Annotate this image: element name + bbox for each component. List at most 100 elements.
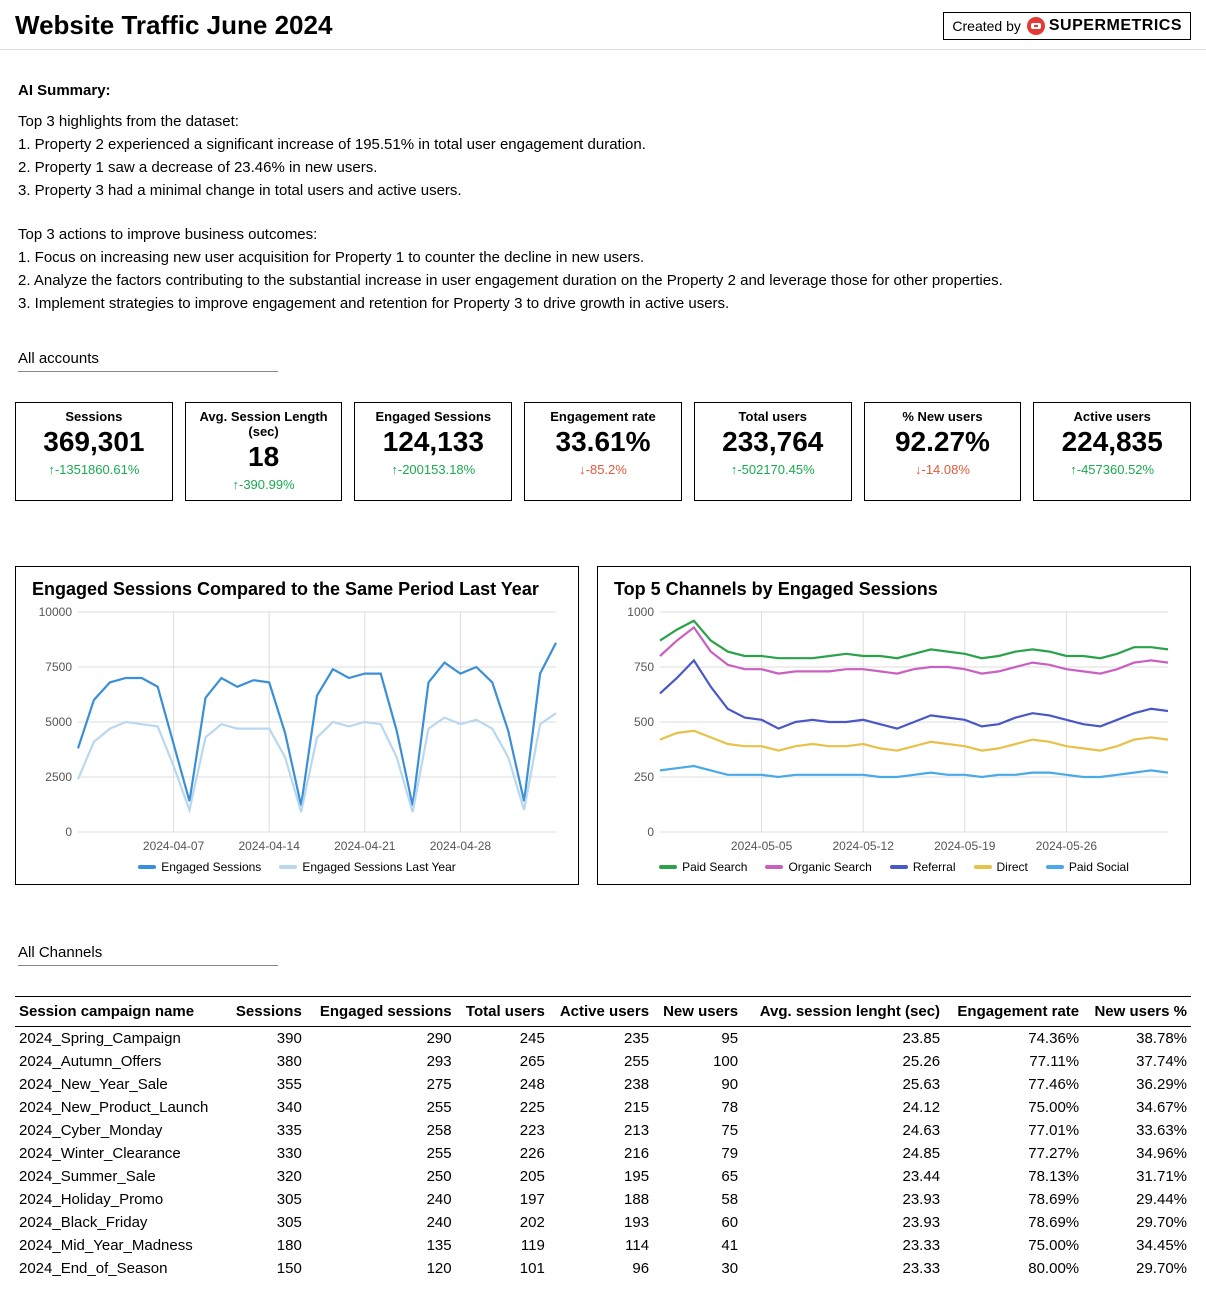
table-cell: 2024_New_Year_Sale (15, 1073, 227, 1096)
table-cell: 240 (306, 1188, 456, 1211)
channels-filter[interactable]: All Channels (18, 940, 278, 966)
kpi-value: 18 (190, 441, 338, 473)
table-row: 2024_Mid_Year_Madness1801351191144123.33… (15, 1234, 1191, 1257)
table-cell: 114 (549, 1234, 653, 1257)
table-cell: 320 (227, 1165, 306, 1188)
kpi-label: Engagement rate (529, 409, 677, 424)
table-header-cell: Active users (549, 997, 653, 1027)
kpi-card: Sessions369,301↑-1351860.61% (15, 402, 173, 501)
table-cell: 340 (227, 1096, 306, 1119)
table-header-cell: New users % (1083, 997, 1191, 1027)
table-cell: 75 (653, 1119, 742, 1142)
table-header-cell: Avg. session lenght (sec) (742, 997, 944, 1027)
highlight-3: 3. Property 3 had a minimal change in to… (18, 180, 1188, 201)
table-cell: 23.33 (742, 1257, 944, 1280)
table-cell: 25.26 (742, 1050, 944, 1073)
table-cell: 23.93 (742, 1211, 944, 1234)
table-cell: 226 (456, 1142, 549, 1165)
table-cell: 290 (306, 1027, 456, 1051)
header: Website Traffic June 2024 Created by SUP… (0, 0, 1206, 50)
table-cell: 96 (549, 1257, 653, 1280)
table-cell: 195 (549, 1165, 653, 1188)
table-cell: 150 (227, 1257, 306, 1280)
table-cell: 34.67% (1083, 1096, 1191, 1119)
table-cell: 205 (456, 1165, 549, 1188)
charts-row: Engaged Sessions Compared to the Same Pe… (0, 511, 1206, 895)
accounts-filter[interactable]: All accounts (18, 346, 278, 372)
svg-text:2024-04-14: 2024-04-14 (239, 839, 301, 853)
table-cell: 255 (306, 1142, 456, 1165)
table-cell: 65 (653, 1165, 742, 1188)
table-header-cell: Engagement rate (944, 997, 1083, 1027)
kpi-value: 233,764 (699, 426, 847, 458)
table-cell: 390 (227, 1027, 306, 1051)
kpi-value: 124,133 (359, 426, 507, 458)
table-cell: 101 (456, 1257, 549, 1280)
table-cell: 75.00% (944, 1096, 1083, 1119)
table-cell: 34.45% (1083, 1234, 1191, 1257)
table-cell: 255 (549, 1050, 653, 1073)
table-cell: 248 (456, 1073, 549, 1096)
table-cell: 120 (306, 1257, 456, 1280)
svg-text:2024-05-12: 2024-05-12 (833, 839, 895, 853)
table-cell: 135 (306, 1234, 456, 1257)
campaign-table: Session campaign nameSessionsEngaged ses… (15, 996, 1191, 1280)
kpi-label: Total users (699, 409, 847, 424)
supermetrics-logo: SUPERMETRICS (1027, 17, 1182, 35)
chart-legend-2: Paid SearchOrganic SearchReferralDirectP… (614, 860, 1174, 874)
svg-text:2024-05-05: 2024-05-05 (731, 839, 793, 853)
table-cell: 77.11% (944, 1050, 1083, 1073)
table-cell: 305 (227, 1188, 306, 1211)
kpi-delta: ↑-390.99% (190, 477, 338, 492)
table-cell: 213 (549, 1119, 653, 1142)
kpi-card: Total users233,764↑-502170.45% (694, 402, 852, 501)
kpi-card: Avg. Session Length (sec)18↑-390.99% (185, 402, 343, 501)
table-cell: 24.85 (742, 1142, 944, 1165)
svg-text:2500: 2500 (45, 770, 72, 784)
svg-text:0: 0 (65, 825, 72, 839)
table-cell: 78.69% (944, 1211, 1083, 1234)
table-row: 2024_Winter_Clearance3302552262167924.85… (15, 1142, 1191, 1165)
table-cell: 36.29% (1083, 1073, 1191, 1096)
table-cell: 29.44% (1083, 1188, 1191, 1211)
table-cell: 240 (306, 1211, 456, 1234)
table-cell: 78.13% (944, 1165, 1083, 1188)
chart-title-1: Engaged Sessions Compared to the Same Pe… (32, 579, 562, 600)
accounts-filter-section: All accounts (0, 326, 1206, 372)
table-cell: 180 (227, 1234, 306, 1257)
table-cell: 79 (653, 1142, 742, 1165)
table-cell: 202 (456, 1211, 549, 1234)
actions-heading: Top 3 actions to improve business outcom… (18, 224, 1188, 245)
table-cell: 31.71% (1083, 1165, 1191, 1188)
table-cell: 215 (549, 1096, 653, 1119)
table-cell: 60 (653, 1211, 742, 1234)
legend-item: Paid Social (1046, 860, 1129, 874)
supermetrics-icon (1027, 17, 1045, 35)
legend-item: Paid Search (659, 860, 747, 874)
table-cell: 77.27% (944, 1142, 1083, 1165)
table-cell: 305 (227, 1211, 306, 1234)
channels-filter-section: All Channels (0, 895, 1206, 966)
svg-text:10000: 10000 (39, 606, 73, 619)
kpi-card: % New users92.27%↓-14.08% (864, 402, 1022, 501)
svg-text:2024-04-28: 2024-04-28 (430, 839, 492, 853)
table-cell: 38.78% (1083, 1027, 1191, 1051)
legend-item: Referral (890, 860, 956, 874)
table-header-cell: New users (653, 997, 742, 1027)
table-cell: 77.01% (944, 1119, 1083, 1142)
table-cell: 265 (456, 1050, 549, 1073)
table-cell: 2024_Mid_Year_Madness (15, 1234, 227, 1257)
table-cell: 197 (456, 1188, 549, 1211)
table-cell: 24.63 (742, 1119, 944, 1142)
svg-text:750: 750 (634, 660, 654, 674)
table-header-cell: Total users (456, 997, 549, 1027)
page-title: Website Traffic June 2024 (15, 10, 332, 41)
table-cell: 2024_Cyber_Monday (15, 1119, 227, 1142)
table-cell: 2024_Black_Friday (15, 1211, 227, 1234)
svg-text:1000: 1000 (627, 606, 654, 619)
svg-text:2024-04-21: 2024-04-21 (334, 839, 396, 853)
svg-text:0: 0 (647, 825, 654, 839)
kpi-label: % New users (869, 409, 1017, 424)
kpi-delta: ↑-457360.52% (1038, 462, 1186, 477)
table-cell: 34.96% (1083, 1142, 1191, 1165)
